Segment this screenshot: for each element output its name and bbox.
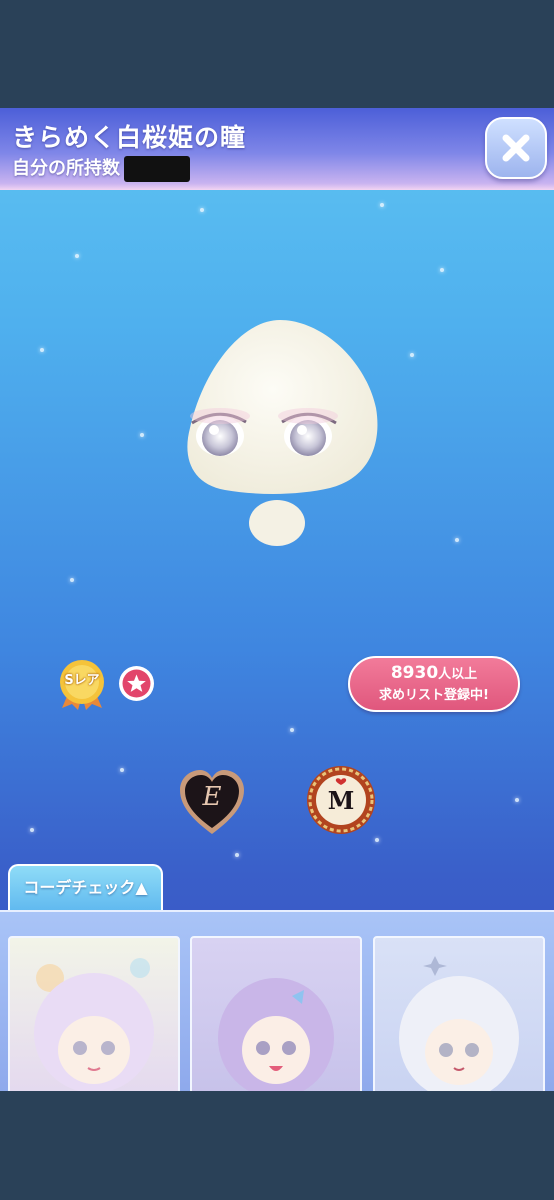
favorite-button[interactable] bbox=[119, 666, 154, 701]
wishlist-status-badge[interactable]: 8930人以上 求めリスト登録中! bbox=[348, 656, 520, 712]
owned-count-redacted bbox=[124, 156, 190, 182]
close-button[interactable] bbox=[485, 117, 547, 179]
star-icon bbox=[122, 669, 151, 698]
rarity-label: Sレア bbox=[64, 673, 100, 688]
owned-count: 自分の所持数 bbox=[12, 154, 190, 182]
item-detail-screen: きらめく白桜姫の瞳 自分の所持数 Sレア 8930人以上 求めリスト登録中! E… bbox=[0, 108, 554, 1091]
wishlist-status-text: 求めリスト登録中! bbox=[379, 688, 489, 703]
wishlist-count-value: 8930 bbox=[390, 663, 439, 683]
wishlist-count-suffix: 人以上 bbox=[438, 667, 478, 682]
event-badge-letter: E bbox=[202, 782, 222, 812]
maker-badge-letter: M bbox=[327, 786, 355, 815]
coordinate-thumbnail[interactable] bbox=[190, 936, 362, 1091]
item-header: きらめく白桜姫の瞳 自分の所持数 bbox=[0, 108, 554, 190]
item-title: きらめく白桜姫の瞳 bbox=[12, 123, 247, 152]
coordinate-panel bbox=[0, 910, 554, 1091]
coordinate-thumbnail[interactable] bbox=[8, 936, 180, 1091]
coordinate-check-tab[interactable]: コーデチェック▲ bbox=[8, 864, 163, 912]
avatar-illustration bbox=[218, 978, 334, 1091]
rarity-badge: Sレア bbox=[56, 658, 108, 710]
avatar-illustration bbox=[34, 958, 154, 1091]
wishlist-count: 8930人以上 bbox=[350, 663, 518, 683]
event-badge[interactable]: E bbox=[176, 766, 248, 838]
owned-count-label: 自分の所持数 bbox=[12, 158, 120, 179]
item-preview-eyes bbox=[187, 320, 378, 546]
close-x-icon bbox=[502, 134, 530, 162]
coordinate-thumbnail[interactable] bbox=[373, 936, 545, 1091]
avatar-illustration bbox=[399, 956, 519, 1091]
maker-badge[interactable]: M bbox=[305, 764, 377, 836]
